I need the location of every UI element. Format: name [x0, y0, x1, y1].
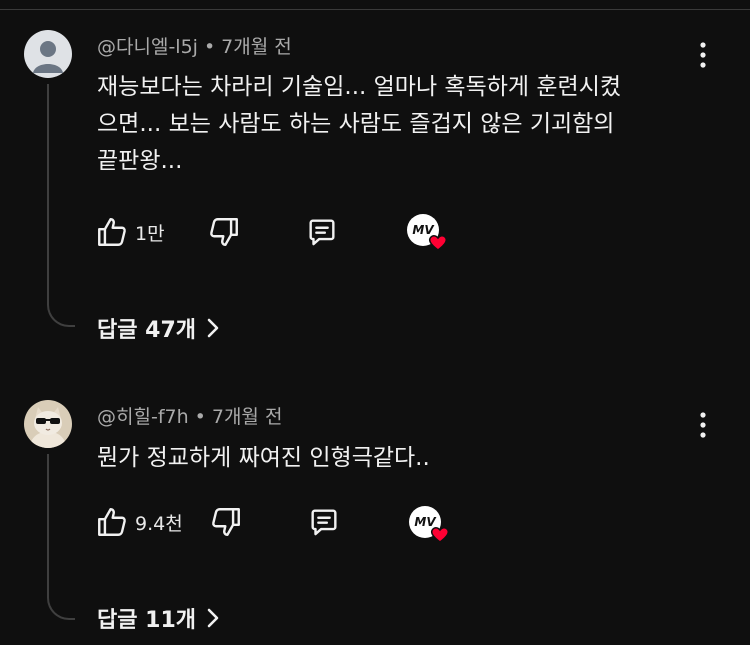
- thumbs-down-icon: [210, 218, 238, 246]
- thumbs-down-icon: [212, 508, 240, 536]
- comment-time[interactable]: 7개월 전: [221, 36, 292, 58]
- creator-heart-badge[interactable]: MV: [407, 504, 453, 544]
- comment-text: 재능보다는 차라리 기술임... 얼마나 혹독하게 훈련시켰 으면... 보는 …: [97, 74, 622, 174]
- replies-label: 답글 47개: [97, 318, 196, 343]
- top-divider: [0, 9, 750, 10]
- reply-button[interactable]: [305, 214, 339, 250]
- dislike-button[interactable]: [207, 214, 241, 250]
- more-vertical-icon: [700, 42, 706, 68]
- comment-meta: @다니엘-l5j • 7개월 전: [97, 32, 292, 59]
- reply-comment-icon: [309, 219, 335, 246]
- comment-meta: @히힐-f7h • 7개월 전: [97, 402, 282, 429]
- comment-actions: 1만 MV: [95, 212, 455, 252]
- svg-text:MV: MV: [414, 515, 437, 529]
- meta-separator: •: [203, 36, 216, 58]
- replies-toggle[interactable]: 답글 47개: [97, 312, 220, 344]
- svg-text:MV: MV: [412, 223, 435, 237]
- replies-toggle[interactable]: 답글 11개: [97, 602, 220, 634]
- reply-comment-icon: [311, 509, 337, 536]
- avatar[interactable]: [24, 400, 72, 448]
- chevron-right-icon: [207, 608, 219, 628]
- thread-connector-line: [47, 84, 75, 327]
- more-options-button[interactable]: [692, 40, 714, 70]
- dislike-button[interactable]: [209, 504, 243, 540]
- creator-heart-badge[interactable]: MV: [405, 212, 451, 252]
- author-handle[interactable]: @히힐-f7h: [97, 406, 189, 428]
- comment-text: 뭔가 정교하게 짜여진 인형극같다..: [97, 445, 430, 471]
- more-vertical-icon: [700, 412, 706, 438]
- like-count: 1만: [135, 222, 165, 245]
- like-button[interactable]: 1만: [95, 214, 165, 250]
- chevron-right-icon: [207, 318, 219, 338]
- thumbs-up-icon: [98, 218, 126, 246]
- replies-label: 답글 11개: [97, 608, 196, 633]
- like-count: 9.4천: [135, 512, 183, 535]
- more-options-button[interactable]: [692, 410, 714, 440]
- comment-time[interactable]: 7개월 전: [212, 406, 283, 428]
- reply-button[interactable]: [307, 504, 341, 540]
- meta-separator: •: [194, 406, 206, 428]
- author-handle[interactable]: @다니엘-l5j: [97, 36, 198, 58]
- like-button[interactable]: 9.4천: [95, 504, 183, 540]
- comment-actions: 9.4천 MV: [95, 504, 455, 543]
- thread-connector-line: [47, 454, 75, 620]
- avatar[interactable]: [24, 30, 72, 78]
- thumbs-up-icon: [98, 508, 126, 536]
